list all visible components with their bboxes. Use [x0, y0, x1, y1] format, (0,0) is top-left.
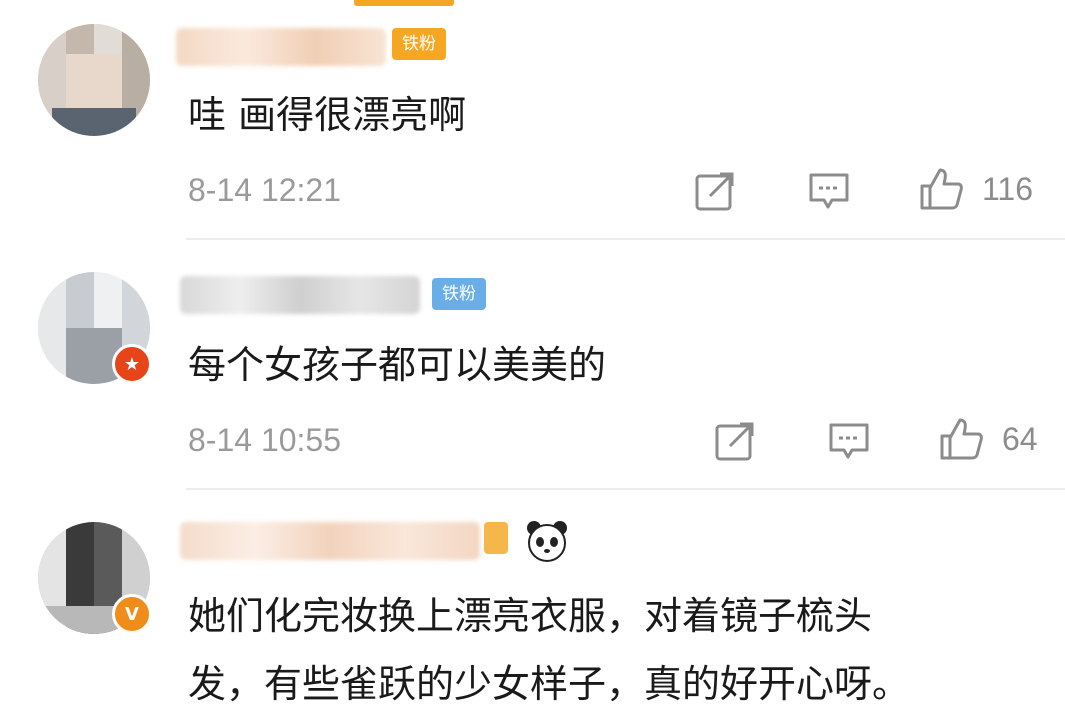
comment-icon: [829, 423, 869, 459]
avatar[interactable]: [38, 24, 150, 136]
repost-icon: [695, 172, 734, 211]
comment-icon: [809, 173, 849, 209]
thumbs-up-icon: [940, 418, 983, 460]
scroll-indicator: [354, 0, 454, 6]
reply-button[interactable]: [828, 422, 870, 460]
reply-button[interactable]: [808, 172, 850, 210]
fan-badge[interactable]: 铁粉: [392, 28, 446, 60]
comment-text: 她们化完妆换上漂亮衣服，对着镜子梳头 发，有些雀跃的少女样子，真的好开心呀。: [188, 594, 911, 706]
comment-timestamp: 8-14 10:55: [188, 422, 342, 458]
verified-badge-icon: V: [112, 594, 152, 634]
repost-button[interactable]: [694, 170, 736, 212]
like-button[interactable]: 64: [938, 416, 1038, 462]
comment-timestamp: 8-14 12:21: [188, 172, 342, 208]
thumbs-up-icon: [920, 168, 963, 210]
top-bar: [0, 0, 1065, 18]
repost-button[interactable]: [714, 420, 756, 462]
star-badge-icon: ★: [112, 344, 152, 384]
username[interactable]: [180, 522, 480, 560]
divider: [186, 238, 1065, 240]
comment-text: 哇 画得很漂亮啊: [188, 93, 467, 137]
like-button[interactable]: 116: [918, 166, 1033, 212]
like-count: 116: [982, 170, 1034, 207]
level-badge[interactable]: [484, 522, 508, 554]
username[interactable]: [180, 276, 420, 314]
repost-icon: [715, 422, 754, 461]
username[interactable]: [176, 28, 386, 66]
divider: [186, 488, 1065, 490]
comment-text: 每个女孩子都可以美美的: [188, 343, 607, 387]
panda-icon: [527, 521, 567, 562]
fan-badge[interactable]: 铁粉: [432, 278, 486, 310]
like-count: 64: [1002, 420, 1038, 457]
